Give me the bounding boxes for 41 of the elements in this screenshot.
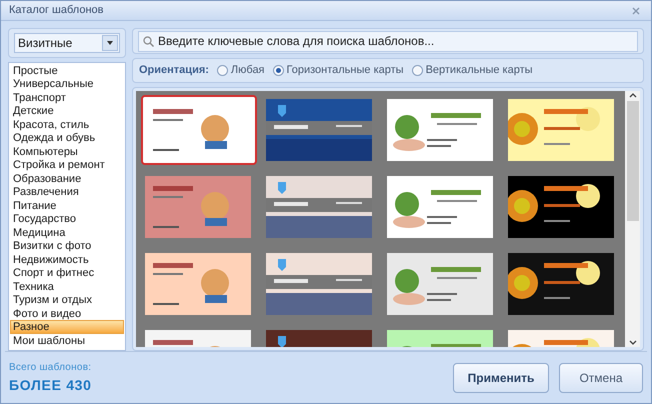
dropdown-value: Визитные (18, 34, 72, 52)
scrollbar[interactable] (625, 91, 640, 347)
orientation-radio[interactable]: Вертикальные карты (412, 62, 533, 79)
total-count: БОЛЕЕ 430 (9, 376, 92, 394)
category-item[interactable]: Недвижимость (10, 252, 124, 266)
category-item[interactable]: Простые (10, 64, 124, 78)
dropdown-arrow-button[interactable] (102, 34, 118, 51)
caret-icon (107, 40, 113, 45)
category-item[interactable]: Фото и видео (10, 306, 124, 320)
orientation-radio[interactable]: Горизонтальные карты (272, 62, 404, 79)
window-title: Каталог шаблонов (9, 3, 104, 18)
category-item[interactable]: Питание (10, 198, 124, 212)
scroll-down-icon[interactable] (628, 340, 636, 345)
category-item[interactable]: Медицина (10, 226, 124, 240)
orientation-label: Ориентация: (139, 63, 209, 78)
apply-button[interactable]: Применить (453, 362, 549, 392)
category-item[interactable]: Мои шаблоны (10, 334, 124, 348)
category-item[interactable]: Универсальные (10, 77, 124, 91)
category-item[interactable]: Техника (10, 280, 124, 294)
scroll-up-icon[interactable] (628, 93, 636, 98)
category-item[interactable]: Спорт и фитнес (10, 266, 124, 280)
search-field[interactable]: Введите ключевые слова для поиска шаблонов... (138, 30, 638, 52)
orientation-radio[interactable]: Любая (216, 62, 265, 79)
total-label: Всего шаблонов: (9, 360, 92, 374)
category-item[interactable]: Компьютеры (10, 144, 124, 158)
scroll-thumb[interactable] (626, 101, 638, 221)
category-item[interactable]: Государство (10, 212, 124, 226)
close-icon (632, 6, 640, 14)
category-item[interactable]: Детские (10, 104, 124, 118)
cancel-button[interactable]: Отмена (559, 362, 643, 392)
category-dropdown[interactable]: Визитные (14, 32, 120, 53)
category-item[interactable]: Разное (10, 320, 124, 334)
category-item[interactable]: Визитки с фото (10, 239, 124, 253)
category-item[interactable]: Красота, стиль (10, 118, 124, 132)
category-item[interactable]: Транспорт (10, 90, 124, 104)
category-item[interactable]: Образование (10, 172, 124, 186)
category-item[interactable]: Туризм и отдых (10, 293, 124, 307)
category-item[interactable]: Стройка и ремонт (10, 158, 124, 172)
category-item[interactable]: Развлечения (10, 185, 124, 199)
category-item[interactable]: Одежда и обувь (10, 131, 124, 145)
search-icon (143, 36, 154, 47)
